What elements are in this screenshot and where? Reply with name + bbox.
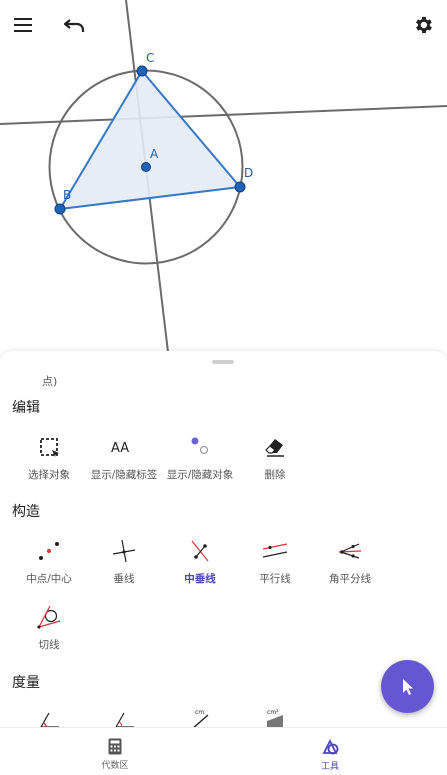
show-hide-object-icon: [191, 437, 209, 455]
undo-button[interactable]: [60, 10, 90, 40]
tool-angle[interactable]: [9, 705, 89, 727]
gear-icon: [416, 16, 432, 34]
cursor-icon: [402, 678, 413, 695]
settings-button[interactable]: [408, 10, 438, 40]
point-B[interactable]: [54, 203, 66, 215]
point-label-D: D: [244, 166, 253, 180]
tool-tangent[interactable]: 切线: [9, 601, 89, 661]
point-label-A: A: [150, 147, 159, 161]
tool-angle-bisector[interactable]: 角平分线: [310, 535, 390, 595]
top-toolbar: [0, 0, 447, 50]
tangent-icon: [37, 605, 61, 629]
section-title-measure: 度量: [12, 675, 40, 691]
nav-algebra[interactable]: 代数区: [80, 738, 150, 771]
truncated-label: 点): [42, 375, 58, 388]
tool-area[interactable]: cm²: [235, 705, 315, 727]
tool-angle-given-size[interactable]: [84, 705, 164, 727]
point-A[interactable]: [141, 162, 151, 172]
midpoint-icon: [39, 542, 59, 560]
area-icon: cm²: [267, 709, 283, 727]
tool-distance[interactable]: cm: [160, 705, 240, 727]
point-label-B: B: [63, 188, 71, 202]
angle-bisector-icon: [338, 543, 362, 559]
section-title-edit: 编辑: [12, 400, 40, 416]
graphics-view[interactable]: A B C D: [0, 0, 447, 352]
calculator-icon: [108, 738, 122, 755]
tool-show-hide-label[interactable]: AA 显示/隐藏标签: [84, 431, 164, 491]
menu-icon: [14, 18, 32, 32]
point-C[interactable]: [136, 65, 148, 77]
bottom-navigation: 代数区 工具: [0, 727, 447, 775]
svg-text:cm²: cm²: [267, 709, 279, 716]
show-hide-label-icon: AA: [111, 441, 129, 456]
parallel-line-icon: [262, 543, 288, 558]
tool-select[interactable]: 选择对象: [9, 431, 89, 491]
tool-midpoint[interactable]: 中点/中心: [9, 535, 89, 595]
menu-button[interactable]: [8, 10, 38, 40]
tool-show-hide-object[interactable]: 显示/隐藏对象: [160, 431, 240, 491]
select-icon: [40, 438, 59, 457]
svg-text:AA: AA: [111, 441, 129, 456]
svg-text:cm: cm: [195, 709, 204, 716]
tool-perpendicular[interactable]: 垂线: [84, 535, 164, 595]
perpendicular-line-icon: [112, 539, 136, 563]
distance-icon: cm: [193, 709, 209, 727]
move-tool-fab[interactable]: [381, 660, 434, 713]
eraser-icon: [265, 439, 284, 457]
angle-given-size-icon: [115, 712, 134, 727]
tools-shapes-icon: [322, 738, 339, 755]
section-title-construct: 构造: [12, 504, 40, 520]
tool-parallel[interactable]: 平行线: [235, 535, 315, 595]
perpendicular-bisector-icon: [191, 540, 209, 562]
nav-tools[interactable]: 工具: [295, 738, 365, 772]
tool-delete[interactable]: 删除: [235, 431, 315, 491]
tools-panel: 点) 编辑 选择对象 AA 显示/隐藏标签 显示/隐藏对象 删除 构造 中点/中…: [0, 351, 447, 727]
point-D[interactable]: [234, 181, 246, 193]
point-label-C: C: [146, 51, 154, 65]
tool-perpendicular-bisector[interactable]: 中垂线: [160, 535, 240, 595]
drag-handle[interactable]: [212, 360, 234, 364]
undo-icon: [64, 19, 85, 32]
angle-icon: [40, 712, 59, 727]
